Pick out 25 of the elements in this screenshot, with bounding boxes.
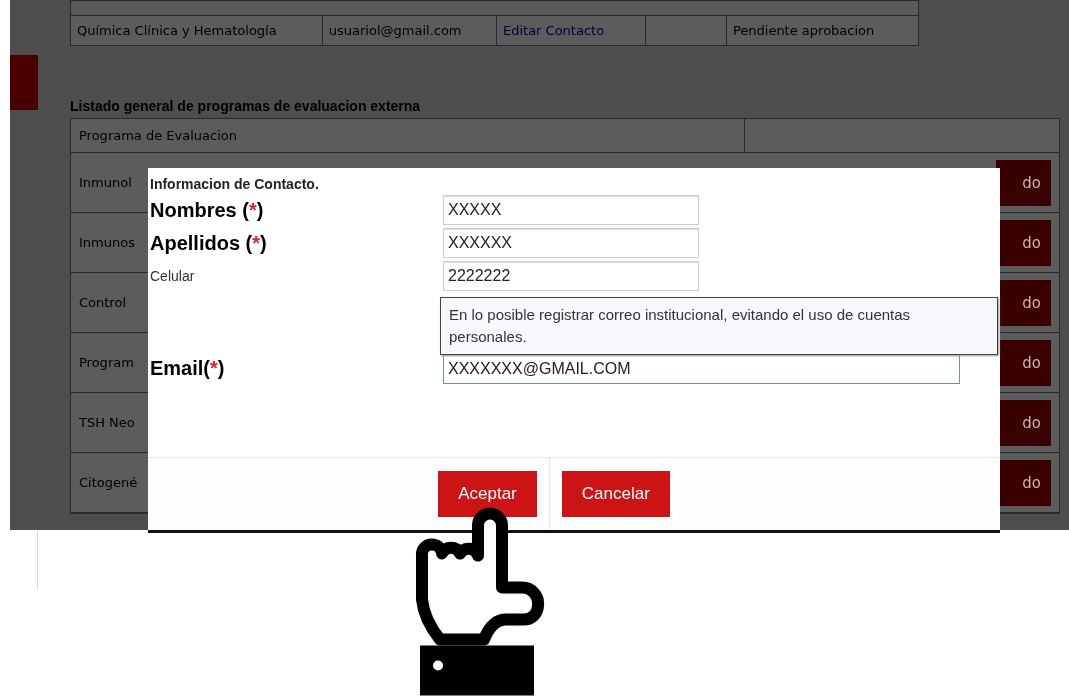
table-cell: Inmunol <box>79 175 132 190</box>
dialog-title: Informacion de Contacto. <box>150 176 320 192</box>
section-title: Listado general de programas de evaluacion externa <box>70 98 422 114</box>
table-cell: Inmunos <box>79 235 135 250</box>
tooltip: En lo posible registrar correo institucional, evitando el uso de cuentas personales. <box>440 297 998 355</box>
table-cell: Citogené <box>79 475 138 490</box>
table-cell: Program <box>79 355 134 370</box>
field-label: Celular <box>150 268 196 284</box>
table-cell: usuariol@gmail.com <box>322 16 497 45</box>
input-field[interactable]: 2222222 <box>443 261 699 291</box>
table-cell: TSH Neo <box>79 415 135 430</box>
accept-button[interactable]: Aceptar <box>438 471 537 517</box>
table-cell: Control <box>79 295 126 310</box>
cancel-button[interactable]: Cancelar <box>561 471 670 517</box>
field-label: Apellidos (*) <box>150 231 268 255</box>
row-button[interactable]: do <box>996 159 1051 206</box>
field-label: Email(*) <box>150 357 226 380</box>
input-field[interactable]: XXXXX <box>443 195 699 225</box>
input-field[interactable]: XXXXXX <box>443 228 699 258</box>
table-cell-text: Pendiente aprobacion <box>731 22 876 40</box>
sidebar-tab[interactable] <box>10 55 38 110</box>
column-header: Programa de Evaluacion <box>78 128 238 143</box>
field-label: Nombres (*) <box>150 198 265 222</box>
input-field[interactable]: XXXXXXX@GMAIL.COM <box>443 353 960 384</box>
table-cell: Química Clínica y Hematología <box>71 16 323 45</box>
